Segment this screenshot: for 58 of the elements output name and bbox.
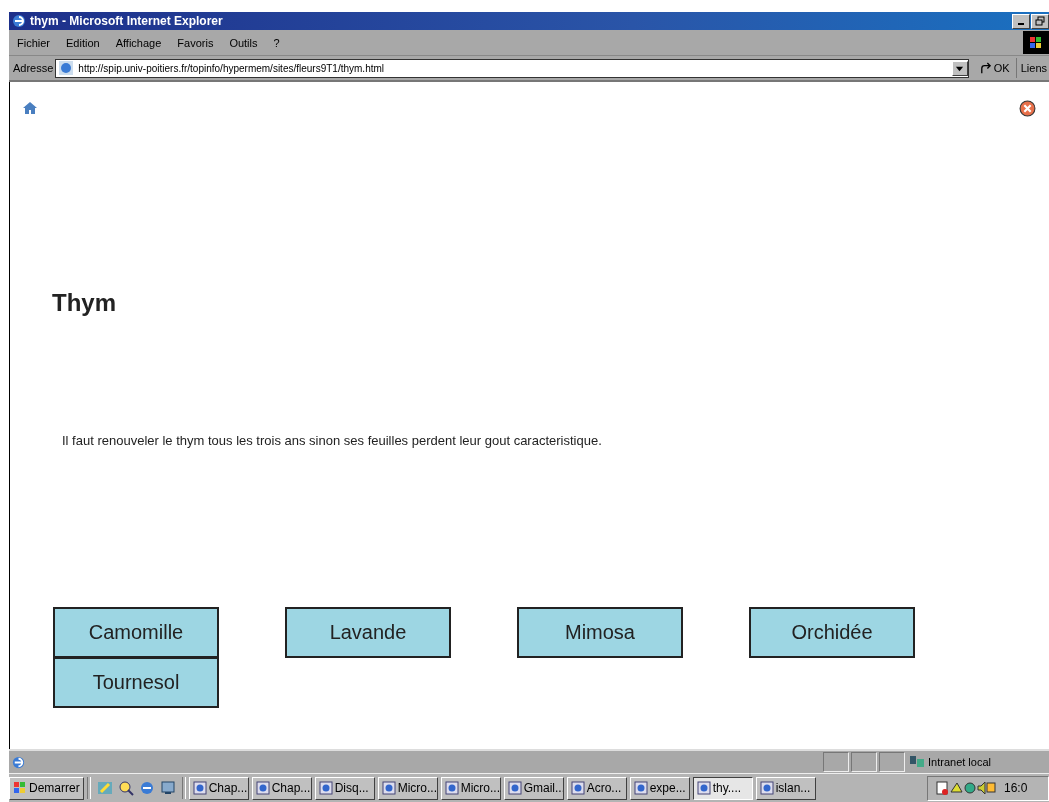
description-text: Il faut renouveler le thym tous les trois ans sinon ses feuilles perdent leur gout caracteristique. <box>62 433 603 448</box>
network-icon <box>909 754 925 770</box>
dropdown-button[interactable] <box>951 60 968 76</box>
taskbar-button[interactable]: Micro... <box>377 776 438 800</box>
clock: 16:0 <box>1004 781 1028 795</box>
app-icon <box>507 781 522 795</box>
windows-logo-icon <box>1023 31 1049 54</box>
taskbar-button[interactable]: Micro... <box>440 776 501 800</box>
magnifier-icon[interactable] <box>117 780 134 796</box>
start-button[interactable]: Demarrer <box>9 776 84 800</box>
minimize-icon <box>1018 23 1024 25</box>
flower-button[interactable]: Orchidée <box>749 607 915 658</box>
app-icon <box>570 781 585 795</box>
taskbar-button[interactable]: islan... <box>755 776 816 800</box>
menu-item[interactable]: Affichage <box>107 36 170 49</box>
tray-icon[interactable] <box>934 780 998 796</box>
app-icon <box>696 781 711 795</box>
minimize-button[interactable] <box>1012 13 1030 29</box>
links-button[interactable]: Liens <box>1015 58 1049 78</box>
flower-button[interactable]: Tournesol <box>53 657 219 708</box>
desktop-icon[interactable] <box>159 780 176 796</box>
windows-logo-icon <box>13 781 27 795</box>
page-icon <box>58 60 75 76</box>
taskbar-button[interactable]: expe... <box>629 776 690 800</box>
flower-button[interactable]: Lavande <box>285 607 451 658</box>
taskbar-button[interactable]: thy.... <box>692 776 753 800</box>
menu-item[interactable]: Favoris <box>169 36 222 49</box>
home-icon[interactable] <box>22 100 38 116</box>
flower-button[interactable]: Mimosa <box>517 607 683 658</box>
menu-item[interactable]: Edition <box>58 36 108 49</box>
menu-item[interactable]: Outils <box>221 36 266 49</box>
close-icon[interactable] <box>1019 100 1036 117</box>
taskbar-button[interactable]: Chap... <box>188 776 249 800</box>
taskbar-button[interactable]: Acro... <box>566 776 627 800</box>
menu-item[interactable]: Fichier <box>9 36 58 49</box>
status-pane <box>851 752 877 772</box>
status-pane <box>879 752 905 772</box>
app-icon <box>633 781 648 795</box>
page-title: Thym <box>52 289 117 317</box>
taskbar-button[interactable]: Disq... <box>314 776 375 800</box>
restore-button[interactable] <box>1031 13 1049 29</box>
go-button[interactable]: OK <box>968 58 1016 78</box>
restore-icon <box>1035 16 1045 26</box>
flower-button[interactable]: Camomille <box>53 607 219 658</box>
zone-label: Intranet local <box>928 756 991 768</box>
app-icon <box>255 781 270 795</box>
menu-item[interactable]: ? <box>265 36 288 49</box>
taskbar-button[interactable]: Chap... <box>251 776 312 800</box>
address-field[interactable]: http://spip.univ-poitiers.fr/topinfo/hypermem/sites/fleurs9T1/thym.html <box>55 58 969 78</box>
app-icon <box>192 781 207 795</box>
app-icon <box>759 781 774 795</box>
app-icon <box>444 781 459 795</box>
window-title: thym - Microsoft Internet Explorer <box>30 14 223 28</box>
status-pane <box>823 752 849 772</box>
app-icon <box>318 781 333 795</box>
address-label: Adresse <box>12 62 55 74</box>
arrow-icon <box>978 61 992 75</box>
app-icon <box>381 781 396 795</box>
